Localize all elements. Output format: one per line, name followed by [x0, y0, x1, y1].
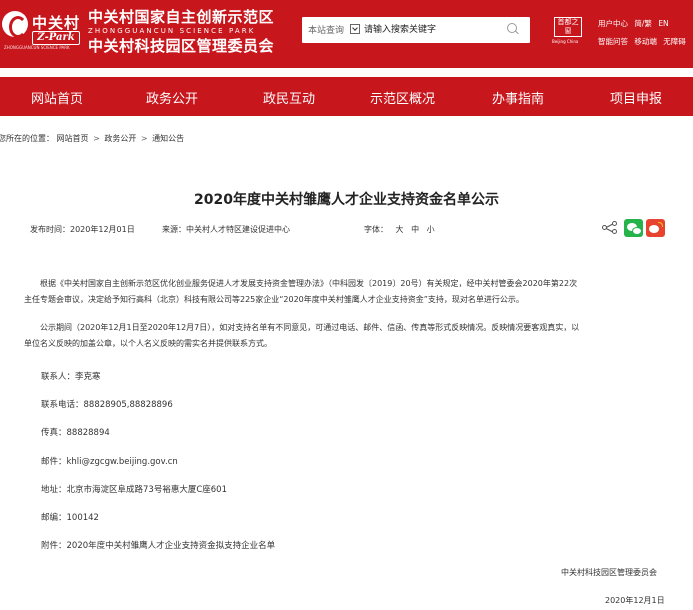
font-size-control: 字体： 大 中 小 — [364, 224, 435, 235]
contact-address: 地址：北京市海淀区阜成路73号裕惠大厦C座601 — [41, 485, 227, 495]
breadcrumb-label: 您所在的位置： — [0, 134, 54, 143]
breadcrumb-separator: > — [93, 134, 100, 143]
weibo-share-icon[interactable] — [646, 219, 665, 237]
font-size-small[interactable]: 小 — [427, 225, 435, 234]
logo-emblem-icon — [2, 11, 28, 38]
nav-item-guide[interactable]: 办事指南 — [492, 88, 544, 107]
search-scope-label: 本站查询 — [308, 26, 345, 36]
logo-badge: Z-Park — [32, 31, 80, 45]
contact-email: 邮件：khli@zgcgw.beijing.gov.cn — [41, 457, 178, 467]
font-size-label: 字体： — [364, 225, 388, 234]
logo-chinese-text: 中关村 — [32, 14, 81, 32]
mobile-link[interactable]: 移动端 — [634, 37, 657, 46]
publish-time: 发布时间：2020年12月01日 — [30, 225, 135, 234]
capital-window-en: Beijing China — [552, 39, 579, 44]
user-center-link[interactable]: 用户中心 — [598, 19, 628, 28]
contact-person: 联系人：李克寒 — [41, 372, 101, 382]
breadcrumb-gov-affairs[interactable]: 政务公开 — [104, 134, 136, 143]
org-name-english: ZHONGGUANCUN SCIENCE PARK — [88, 27, 256, 35]
search-icon[interactable] — [507, 23, 519, 35]
paragraph-1-line-2: 主任专题会审议，决定给予知行高科（北京）科技有限公司等225家企业“2020年度… — [24, 295, 524, 304]
page-title: 2020年度中关村雏鹰人才企业支持资金名单公示 — [194, 192, 499, 208]
contact-fax: 传真：88828894 — [41, 428, 110, 438]
site-search: 本站查询 — [302, 17, 530, 43]
nav-item-overview[interactable]: 示范区概况 — [370, 88, 435, 107]
breadcrumb: 您所在的位置： 网站首页 > 政务公开 > 通知公告 — [0, 133, 184, 144]
breadcrumb-separator: > — [140, 134, 148, 143]
nav-item-interaction[interactable]: 政民互动 — [263, 88, 315, 107]
wechat-share-icon[interactable] — [624, 219, 643, 237]
font-size-medium[interactable]: 中 — [411, 225, 419, 234]
font-size-large[interactable]: 大 — [396, 225, 404, 234]
breadcrumb-home[interactable]: 网站首页 — [57, 134, 89, 143]
site-logo[interactable]: 中关村 Z-Park ZHONGGUANCUN SCIENCE PARK — [2, 9, 84, 51]
smart-qa-link[interactable]: 智能问答 — [598, 37, 628, 46]
org-name: 中关村国家自主创新示范区 ZHONGGUANCUN SCIENCE PARK 中… — [88, 8, 274, 55]
top-links-row2: 智能问答 移动端 无障碍 — [598, 33, 693, 51]
language-switch-link[interactable]: 简/繁 — [634, 19, 652, 28]
org-name-line1: 中关村国家自主创新示范区 — [88, 8, 275, 26]
capital-window-link[interactable]: 首都之窗 Beijing China — [552, 17, 583, 47]
share-icon[interactable] — [602, 221, 618, 235]
capital-window-logo: 首都之窗 — [554, 17, 582, 37]
attachment-link[interactable]: 附件：2020年度中关村雏鹰人才企业支持资金拟支持企业名单 — [41, 539, 275, 551]
top-links: 用户中心 简/繁 EN 智能问答 移动端 无障碍 — [598, 15, 693, 51]
breadcrumb-notices[interactable]: 通知公告 — [152, 134, 184, 143]
search-input[interactable] — [364, 21, 494, 39]
site-header: 中关村 Z-Park ZHONGGUANCUN SCIENCE PARK 中关村… — [0, 0, 693, 68]
main-nav: 网站首页 政务公开 政民互动 示范区概况 办事指南 项目申报 — [0, 77, 693, 116]
english-link[interactable]: EN — [658, 19, 668, 28]
org-name-line2: 中关村科技园区管理委员会 — [88, 37, 275, 55]
paragraph-1-line-1: 根据《中关村国家自主创新示范区优化创业服务促进人才发展支持资金管理办法》（中科园… — [40, 279, 578, 288]
accessibility-link[interactable]: 无障碍 — [663, 37, 686, 46]
paragraph-2-line-1: 公示期间（2020年12月1日至2020年12月7日），如对支持名单有不同意见，… — [40, 323, 580, 332]
paragraph-2-line-2: 单位名义反映的加盖公章，以个人名义反映的需实名并提供联系方式。 — [24, 339, 272, 348]
contact-postcode: 邮编：100142 — [41, 513, 99, 523]
nav-item-home[interactable]: 网站首页 — [31, 88, 83, 107]
logo-tagline: ZHONGGUANCUN SCIENCE PARK — [4, 45, 70, 50]
contact-phone: 联系电话：88828905,88828896 — [41, 400, 173, 410]
article-source: 来源：中关村人才特区建设促进中心 — [162, 225, 290, 234]
signature-org: 中关村科技园区管理委员会 — [561, 568, 657, 577]
signature-date: 2020年12月1日 — [605, 596, 665, 605]
nav-item-gov-affairs[interactable]: 政务公开 — [146, 88, 198, 107]
search-scope-dropdown[interactable] — [350, 24, 360, 34]
top-links-row1: 用户中心 简/繁 EN — [598, 15, 693, 33]
nav-item-projects[interactable]: 项目申报 — [610, 88, 662, 107]
